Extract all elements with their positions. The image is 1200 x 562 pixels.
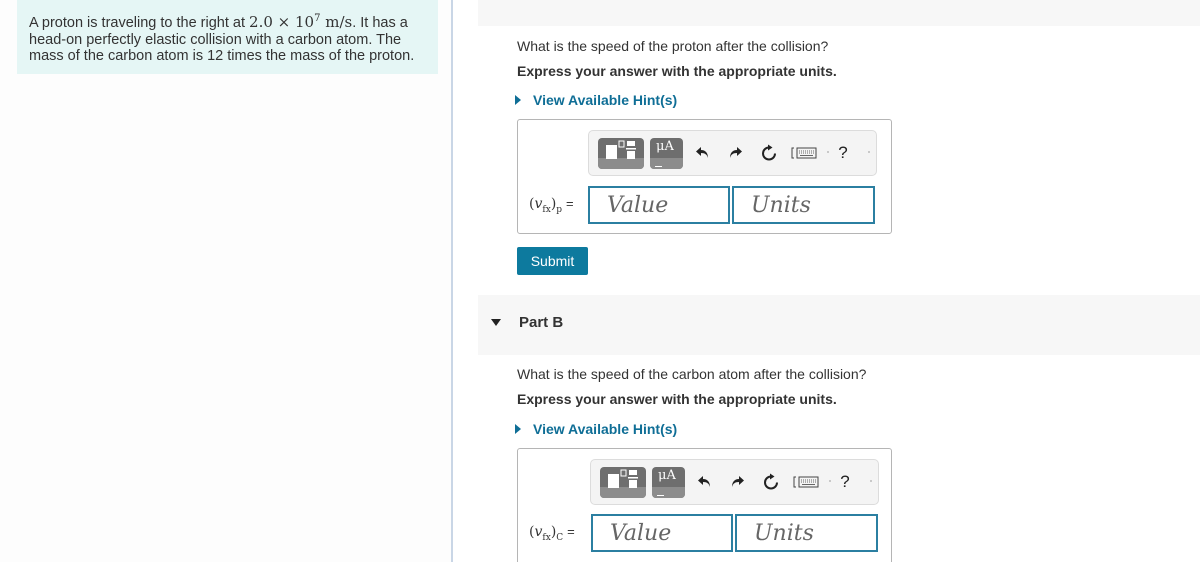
part-b-units-input[interactable]: Units [735,514,878,552]
units-button[interactable]: μA [650,138,683,169]
hint-link-label: View Available Hint(s) [533,421,678,437]
keyboard-button[interactable] [791,468,821,496]
part-b-title[interactable]: Part B [519,314,563,331]
part-a-instruction: Express your answer with the appropriate… [517,63,837,79]
part-b-header[interactable]: Part B [478,295,1200,355]
part-b-question: What is the speed of the carbon atom aft… [517,366,867,382]
templates-button[interactable] [600,467,646,498]
reset-button[interactable] [759,468,783,496]
redo-button[interactable] [723,139,747,167]
part-a-variable-label: (vfx)p = [529,196,574,215]
part-a-value-input[interactable]: Value [588,186,730,224]
redo-button[interactable] [725,468,749,496]
undo-icon [696,147,708,158]
reset-icon [762,144,776,161]
part-a-hint-link[interactable]: View Available Hint(s) [515,92,677,108]
undo-icon [698,476,710,487]
units-icon: μA [658,468,676,483]
problem-column: A proton is traveling to the right at 2.… [0,0,452,562]
hint-link-label: View Available Hint(s) [533,92,678,108]
redo-icon [730,147,742,158]
templates-icon [606,140,636,159]
templates-icon [608,469,638,488]
part-a-header-band [478,0,1200,26]
reset-button[interactable] [757,139,781,167]
help-button[interactable]: ? [831,139,855,167]
part-a-question: What is the speed of the proton after th… [517,38,829,54]
help-icon: ? [838,143,848,162]
help-button[interactable]: ? [833,468,857,496]
units-button[interactable]: μA [652,467,685,498]
part-a-units-input[interactable]: Units [732,186,875,224]
collapse-triangle-icon[interactable] [491,319,501,326]
part-b-equation-row: (vfx)C = Value Units [518,514,891,552]
problem-statement: A proton is traveling to the right at 2.… [17,0,438,74]
help-icon: ? [840,472,850,491]
keyboard-button[interactable] [789,139,819,167]
expand-triangle-icon [515,424,521,434]
templates-button[interactable] [598,138,644,169]
part-b-instruction: Express your answer with the appropriate… [517,391,837,407]
math-toolbar: μA ? [588,130,877,176]
part-b-answer-panel: μA ? (vfx)C = Value Units [517,448,892,562]
units-icon: μA [656,139,674,154]
part-a-answer-panel: μA ? (vfx)p = Value Units [517,119,892,234]
problem-text-before: A proton is traveling to the right at [29,15,250,31]
keyboard-icon [793,476,819,488]
expand-triangle-icon [515,95,521,105]
answer-column: What is the speed of the proton after th… [453,0,1200,562]
part-b-hint-link[interactable]: View Available Hint(s) [515,421,677,437]
undo-button[interactable] [693,468,717,496]
keyboard-icon [791,147,817,159]
problem-speed-math: 2.0 × 107 m/s [249,13,353,31]
math-toolbar: μA ? [590,459,879,505]
reset-icon [764,473,778,490]
redo-icon [732,476,744,487]
undo-button[interactable] [691,139,715,167]
part-b-value-input[interactable]: Value [591,514,733,552]
part-a-equation-row: (vfx)p = Value Units [518,186,891,224]
part-b-variable-label: (vfx)C = [529,524,575,543]
part-a-submit-button[interactable]: Submit [517,247,588,275]
